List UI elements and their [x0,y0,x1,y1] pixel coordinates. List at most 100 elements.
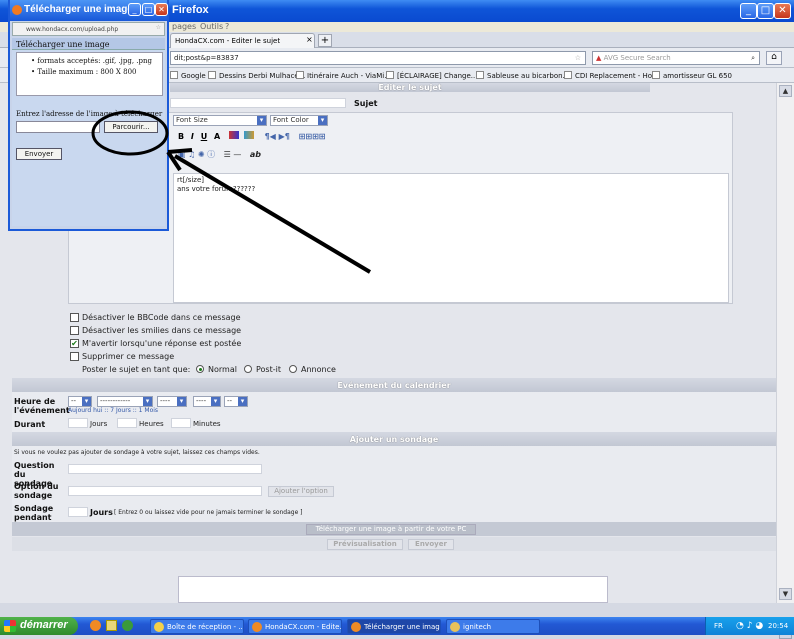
task-inbox[interactable]: Boîte de réception - ... [150,619,244,634]
menu-pages[interactable]: pages [172,22,196,31]
poll-days-label: Jours [90,508,113,517]
task-ignitech[interactable]: ignitech [446,619,540,634]
disable-smilies-checkbox[interactable] [70,326,79,335]
calendar-header: Evénement du calendrier [12,378,776,392]
bookmark-cdi[interactable]: CDI Replacement - Ho... [564,71,659,80]
radio-postit[interactable] [244,365,252,373]
home-icon[interactable]: ⌂ [766,51,782,65]
menu-help[interactable]: ? [225,22,229,31]
close-button[interactable]: ✕ [774,3,791,19]
color-icon[interactable] [228,131,239,139]
tab-editer-sujet[interactable]: HondaCX.com - Editer le sujet [170,33,315,48]
add-option-button[interactable]: Ajouter l'option [268,486,334,497]
bookmark-amortisseur[interactable]: amortisseur GL 650 [652,71,732,80]
poll-option-input[interactable] [68,486,262,496]
message-textarea[interactable]: rt[/size] ans votre forum?????? [173,173,729,303]
popup-prompt: Entrez l'adresse de l'image à télécharge… [16,110,163,118]
hour-select[interactable]: ---- [193,396,221,407]
poll-question-input[interactable] [68,464,262,474]
popup-url-bar[interactable]: www.hondacx.com/upload.php ☆ [12,22,165,36]
url-bar[interactable]: dit;post&p=83837 ☆ [170,51,586,65]
calendar-quick-links[interactable]: Aujourd hui :: 7 Jours :: 1 Mois [68,407,158,414]
quicklaunch-media-icon[interactable] [122,620,133,631]
popup-minimize-button[interactable]: _ [128,3,141,16]
maximize-button[interactable]: □ [757,3,774,19]
task-hondacx[interactable]: HondaCX.com - Edite... [248,619,342,634]
scroll-up-arrow[interactable]: ▲ [779,85,792,97]
upload-image-button[interactable]: Télécharger une image à partir de votre … [306,524,476,535]
new-tab-button[interactable]: + [318,34,332,47]
search-icon[interactable]: ⌕ [751,54,755,63]
duration-days-input[interactable] [68,418,88,428]
poll-header: Ajouter un sondage [12,432,776,446]
bookmark-star-icon[interactable]: ☆ [575,54,581,62]
bookmark-sableuse[interactable]: Sableuse au bicarbon... [476,71,569,80]
image-icon[interactable]: ▣ [178,150,186,159]
duration-hours-input[interactable] [117,418,137,428]
page-scrollbar[interactable]: ▲ ▼ [776,83,794,639]
notify-label: M'avertir lorsqu'une réponse est postée [82,339,242,348]
subject-label: Sujet [354,99,378,108]
browse-button[interactable]: Parcourir... [104,121,158,133]
minimize-button[interactable]: _ [740,3,757,19]
year-select[interactable]: ---- [157,396,187,407]
bookmark-itineraire[interactable]: Itinéraire Auch - ViaMi... [296,71,391,80]
disable-bbcode-checkbox[interactable] [70,313,79,322]
popup-send-button[interactable]: Envoyer [16,148,62,160]
delete-message-checkbox[interactable] [70,352,79,361]
preview-button[interactable]: Prévisualisation [327,539,403,550]
highlight-icon[interactable] [243,131,254,139]
flash-icon[interactable]: ✺ [198,150,205,159]
day-select[interactable]: -- [68,396,92,407]
bookmark-derbi[interactable]: Dessins Derbi Mulhacé... [208,71,305,80]
tray-icons[interactable]: ◔ ♪ ◕ [736,621,763,631]
task-upload-image[interactable]: Télécharger une imag... [347,619,441,634]
popup-close-button[interactable]: ✕ [155,3,168,16]
bookmark-google[interactable]: Google [170,71,206,80]
scroll-down-arrow[interactable]: ▼ [779,588,792,600]
align-icon[interactable]: ¶◀ ▶¶ [265,132,290,141]
bookmark-eclairage[interactable]: [ÉCLAIRAGE] Change... [386,71,477,80]
tab-close-icon[interactable]: × [306,35,313,44]
popup-heading: Télécharger une image [12,38,165,50]
poll-option-label: Option du sondage [14,482,59,500]
month-select[interactable]: ------------ [97,396,153,407]
help-icon[interactable]: ⓘ [207,150,215,159]
duration-minutes-input[interactable] [171,418,191,428]
poll-hint: Si vous ne voulez pas ajouter de sondage… [14,449,260,456]
radio-annonce[interactable] [289,365,297,373]
language-indicator[interactable]: FR [714,622,723,630]
music-icon[interactable]: ♫ [188,150,195,159]
underline-icon[interactable]: U [201,132,208,141]
send-button[interactable]: Envoyer [408,539,454,550]
folder-icon [450,622,460,632]
page-icon [564,71,572,79]
menu-tools[interactable]: Outils [200,22,223,31]
formats-bullet: • formats acceptés: .gif, .jpg, .png [31,57,152,65]
subject-input[interactable] [170,98,346,108]
notify-checkbox[interactable]: ✔ [70,339,79,348]
file-path-input[interactable] [16,121,100,133]
font-color-select[interactable]: Font Color [270,115,328,126]
strike-icon[interactable]: A [214,132,220,141]
radio-normal[interactable] [196,365,204,373]
google-icon [170,71,178,79]
font-size-select[interactable]: Font Size [173,115,267,126]
quick-reply-box[interactable] [178,576,608,603]
minute-select[interactable]: -- [224,396,248,407]
popup-maximize-button[interactable]: □ [142,3,155,16]
poll-duration-input[interactable] [68,507,88,517]
post-as-label: Poster le sujet en tant que: [82,365,191,374]
search-input[interactable]: ▲ AVG Secure Search ⌕ [592,51,760,65]
quicklaunch-firefox-icon[interactable] [90,620,101,631]
abbrev-icon[interactable]: ab [250,150,261,159]
italic-icon[interactable]: I [191,132,194,141]
radio-postit-label: Post-it [256,365,281,374]
mail-icon [154,622,164,632]
link-icons[interactable]: ⊞⊞⊞⊞ [299,132,326,141]
list-icon[interactable]: ☰ — [224,150,242,159]
duration-minutes-label: Minutes [193,420,221,428]
page-icon [208,71,216,79]
quicklaunch-folder-icon[interactable] [106,620,117,631]
bold-icon[interactable]: B [178,132,184,141]
